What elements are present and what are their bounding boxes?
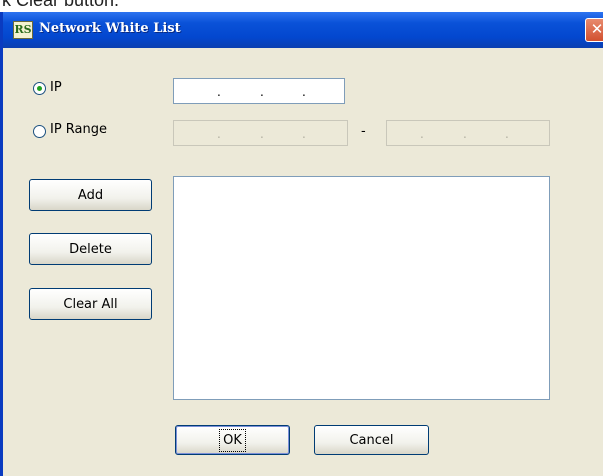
ip-range-radio[interactable] — [33, 125, 46, 138]
ip-octet-separator: . — [420, 127, 424, 141]
ip-octet-separator: . — [260, 127, 264, 141]
ip-radio-label: IP — [50, 80, 62, 95]
close-icon: ✕ — [590, 20, 603, 38]
ip-range-start-field: . . . — [173, 120, 348, 146]
ip-range-radio-label: IP Range — [50, 122, 108, 137]
delete-button-label: Delete — [69, 241, 112, 257]
white-list-listbox[interactable] — [173, 176, 550, 400]
caption-text: k Clear button. — [0, 0, 603, 12]
clear-all-button[interactable]: Clear All — [29, 288, 152, 320]
clear-all-button-label: Clear All — [63, 296, 118, 312]
title-bar[interactable]: RS Network White List ✕ — [3, 12, 603, 48]
ip-octet-separator: . — [302, 85, 306, 99]
close-button[interactable]: ✕ — [585, 18, 603, 42]
ip-address-field[interactable]: . . . — [173, 78, 345, 104]
ip-octet-separator: . — [463, 127, 467, 141]
network-white-list-dialog: RS Network White List ✕ IP . . . IP Rang… — [0, 12, 603, 476]
ip-range-end-field: . . . — [386, 120, 550, 146]
cancel-button-label: Cancel — [349, 432, 394, 448]
ip-octet-separator: . — [302, 127, 306, 141]
add-button[interactable]: Add — [29, 179, 152, 211]
ip-range-separator: - — [361, 124, 366, 139]
ok-button[interactable]: OK — [175, 425, 290, 455]
caption-label: k Clear button. — [2, 0, 120, 10]
app-icon: RS — [13, 21, 33, 39]
ip-radio[interactable] — [33, 82, 46, 95]
ip-octet-separator: . — [505, 127, 509, 141]
ip-octet-separator: . — [217, 85, 221, 99]
ip-octet-separator: . — [260, 85, 264, 99]
delete-button[interactable]: Delete — [29, 233, 152, 265]
ok-button-label: OK — [219, 428, 246, 452]
window-title: Network White List — [39, 21, 181, 36]
ip-octet-separator: . — [217, 127, 221, 141]
add-button-label: Add — [77, 187, 104, 203]
cancel-button[interactable]: Cancel — [314, 425, 429, 455]
